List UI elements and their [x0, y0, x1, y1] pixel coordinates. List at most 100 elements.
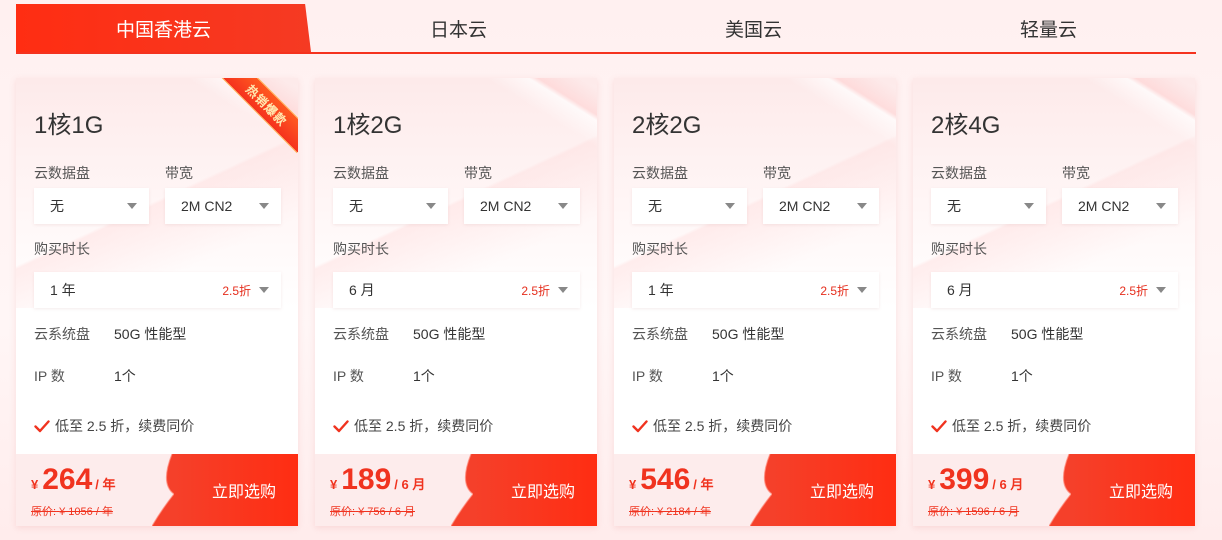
disk-label: 云数据盘	[34, 165, 90, 181]
duration-select-value: 1 年	[50, 282, 76, 298]
ip-label: IP 数	[931, 368, 962, 384]
bandwidth-label: 带宽	[165, 165, 193, 181]
bandwidth-select-value: 2M CN2	[181, 198, 233, 214]
feature-text: 低至 2.5 折，续费同价	[952, 418, 1092, 434]
feature-line: 低至 2.5 折，续费同价	[931, 416, 1091, 436]
disk-select[interactable]: 无	[632, 188, 747, 224]
original-price: 原价: ¥ 756 / 6 月	[330, 503, 415, 519]
currency-symbol: ¥	[629, 477, 637, 492]
disk-select-value: 无	[947, 198, 961, 214]
chevron-down-icon	[857, 287, 867, 293]
discount-tag: 2.5折	[222, 283, 251, 298]
original-price-prefix: 原价:	[330, 506, 356, 518]
disk-select[interactable]: 无	[931, 188, 1046, 224]
feature-line: 低至 2.5 折，续费同价	[34, 416, 194, 436]
disk-select-value: 无	[50, 198, 64, 214]
duration-select-value: 6 月	[947, 282, 973, 298]
system-disk-value: 50G 性能型	[712, 326, 785, 342]
original-price: 原价: ¥ 2184 / 年	[629, 503, 711, 519]
price-unit: / 6 月	[992, 477, 1024, 492]
original-price: 原价: ¥ 1596 / 6 月	[928, 503, 1019, 519]
duration-select[interactable]: 1 年 2.5折	[632, 272, 879, 308]
original-price: 原价: ¥ 1056 / 年	[31, 503, 113, 519]
price: ¥ 264 / 年	[31, 463, 116, 497]
plan-name: 2核2G	[632, 112, 702, 139]
plan-card-1c1g: 热销爆款 1核1G 云数据盘 带宽 无 2M CN2 购买时长 1 年 2.5折…	[16, 78, 298, 526]
system-disk-label: 云系统盘	[931, 326, 987, 342]
currency-symbol: ¥	[928, 477, 936, 492]
buy-button[interactable]: 立即选购	[772, 454, 896, 526]
disk-label: 云数据盘	[632, 165, 688, 181]
chevron-down-icon	[259, 287, 269, 293]
price: ¥ 189 / 6 月	[330, 463, 425, 497]
duration-label: 购买时长	[333, 241, 389, 257]
tab-hongkong[interactable]: 中国香港云	[16, 4, 311, 52]
system-disk-label: 云系统盘	[34, 326, 90, 342]
discount-tag: 2.5折	[521, 283, 550, 298]
duration-select[interactable]: 1 年 2.5折	[34, 272, 281, 308]
price-value: 399	[939, 463, 990, 496]
price-value: 264	[42, 463, 93, 496]
price-unit: / 年	[693, 477, 714, 492]
original-price-value: ¥ 756 / 6 月	[358, 506, 415, 518]
bandwidth-select[interactable]: 2M CN2	[165, 188, 281, 224]
original-price-prefix: 原价:	[928, 506, 954, 518]
tab-usa[interactable]: 美国云	[606, 4, 901, 52]
bandwidth-label: 带宽	[1062, 165, 1090, 181]
tab-lightweight[interactable]: 轻量云	[901, 4, 1196, 52]
system-disk-label: 云系统盘	[333, 326, 389, 342]
ip-value: 1个	[712, 368, 734, 384]
duration-label: 购买时长	[632, 241, 688, 257]
check-icon	[333, 420, 349, 433]
disk-select[interactable]: 无	[333, 188, 448, 224]
plan-card-2c4g: 2核4G 云数据盘 带宽 无 2M CN2 购买时长 6 月 2.5折 云系统盘…	[913, 78, 1195, 526]
feature-text: 低至 2.5 折，续费同价	[55, 418, 195, 434]
ip-value: 1个	[413, 368, 435, 384]
bandwidth-select[interactable]: 2M CN2	[1062, 188, 1178, 224]
duration-label: 购买时长	[931, 241, 987, 257]
check-icon	[931, 420, 947, 433]
price-unit: / 年	[95, 477, 116, 492]
chevron-down-icon	[1156, 203, 1166, 209]
tab-japan[interactable]: 日本云	[311, 4, 606, 52]
buy-button[interactable]: 立即选购	[174, 454, 298, 526]
chevron-down-icon	[259, 203, 269, 209]
plan-card-1c2g: 1核2G 云数据盘 带宽 无 2M CN2 购买时长 6 月 2.5折 云系统盘…	[315, 78, 597, 526]
chevron-down-icon	[725, 203, 735, 209]
price-value: 189	[341, 463, 392, 496]
pricing-page: 中国香港云 日本云 美国云 轻量云 热销爆款 1核1G 云数据盘 带宽 无 2M…	[0, 0, 1222, 540]
chevron-down-icon	[558, 287, 568, 293]
feature-line: 低至 2.5 折，续费同价	[333, 416, 493, 436]
price: ¥ 399 / 6 月	[928, 463, 1023, 497]
disk-select-value: 无	[648, 198, 662, 214]
chevron-down-icon	[1024, 203, 1034, 209]
price: ¥ 546 / 年	[629, 463, 714, 497]
bandwidth-label: 带宽	[763, 165, 791, 181]
duration-select[interactable]: 6 月 2.5折	[931, 272, 1178, 308]
original-price-prefix: 原价:	[31, 506, 57, 518]
chevron-down-icon	[1156, 287, 1166, 293]
bandwidth-select-value: 2M CN2	[480, 198, 532, 214]
disk-select[interactable]: 无	[34, 188, 149, 224]
duration-select[interactable]: 6 月 2.5折	[333, 272, 580, 308]
original-price-value: ¥ 1056 / 年	[59, 506, 113, 518]
ip-label: IP 数	[34, 368, 65, 384]
original-price-prefix: 原价:	[629, 506, 655, 518]
check-icon	[34, 420, 50, 433]
discount-tag: 2.5折	[820, 283, 849, 298]
bandwidth-select[interactable]: 2M CN2	[464, 188, 580, 224]
buy-button[interactable]: 立即选购	[473, 454, 597, 526]
plan-name: 2核4G	[931, 112, 1001, 139]
system-disk-value: 50G 性能型	[413, 326, 486, 342]
chevron-down-icon	[127, 203, 137, 209]
bandwidth-select[interactable]: 2M CN2	[763, 188, 879, 224]
check-icon	[632, 420, 648, 433]
bandwidth-label: 带宽	[464, 165, 492, 181]
currency-symbol: ¥	[31, 477, 39, 492]
feature-line: 低至 2.5 折，续费同价	[632, 416, 792, 436]
price-bar: ¥ 399 / 6 月 原价: ¥ 1596 / 6 月 立即选购	[913, 454, 1195, 526]
buy-button[interactable]: 立即选购	[1071, 454, 1195, 526]
chevron-down-icon	[426, 203, 436, 209]
duration-label: 购买时长	[34, 241, 90, 257]
ip-value: 1个	[1011, 368, 1033, 384]
